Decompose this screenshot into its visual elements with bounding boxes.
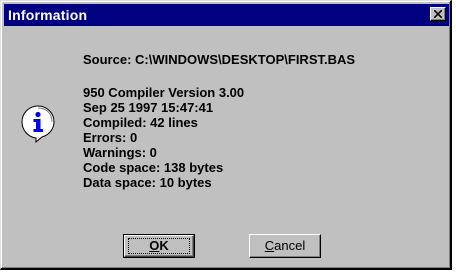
close-button[interactable] <box>430 7 446 21</box>
title-bar[interactable]: Information <box>4 4 449 26</box>
ok-button-label: OK <box>149 238 169 253</box>
data-space-text: Data space: 10 bytes <box>83 175 212 190</box>
compile-date-text: Sep 25 1997 15:47:41 <box>83 100 214 115</box>
cancel-button-label: Cancel <box>264 238 306 253</box>
code-space-text: Code space: 138 bytes <box>83 160 224 175</box>
dialog-title: Information <box>8 7 88 23</box>
cancel-button[interactable]: Cancel <box>249 234 321 258</box>
close-x-icon <box>434 10 442 18</box>
compiled-lines-text: Compiled: 42 lines <box>83 115 198 130</box>
source-path-text: Source: C:\WINDOWS\DESKTOP\FIRST.BAS <box>83 52 356 67</box>
compiler-version-text: 950 Compiler Version 3.00 <box>83 85 245 100</box>
information-dialog: Information Source: C:\WINDOWS\DESKTOP\F… <box>0 0 452 270</box>
errors-count-text: Errors: 0 <box>83 130 138 145</box>
compile-details-list: 950 Compiler Version 3.00 Sep 25 1997 15… <box>83 85 244 190</box>
ok-button[interactable]: OK <box>123 234 195 258</box>
information-balloon-icon <box>21 105 55 143</box>
warnings-count-text: Warnings: 0 <box>83 145 157 160</box>
